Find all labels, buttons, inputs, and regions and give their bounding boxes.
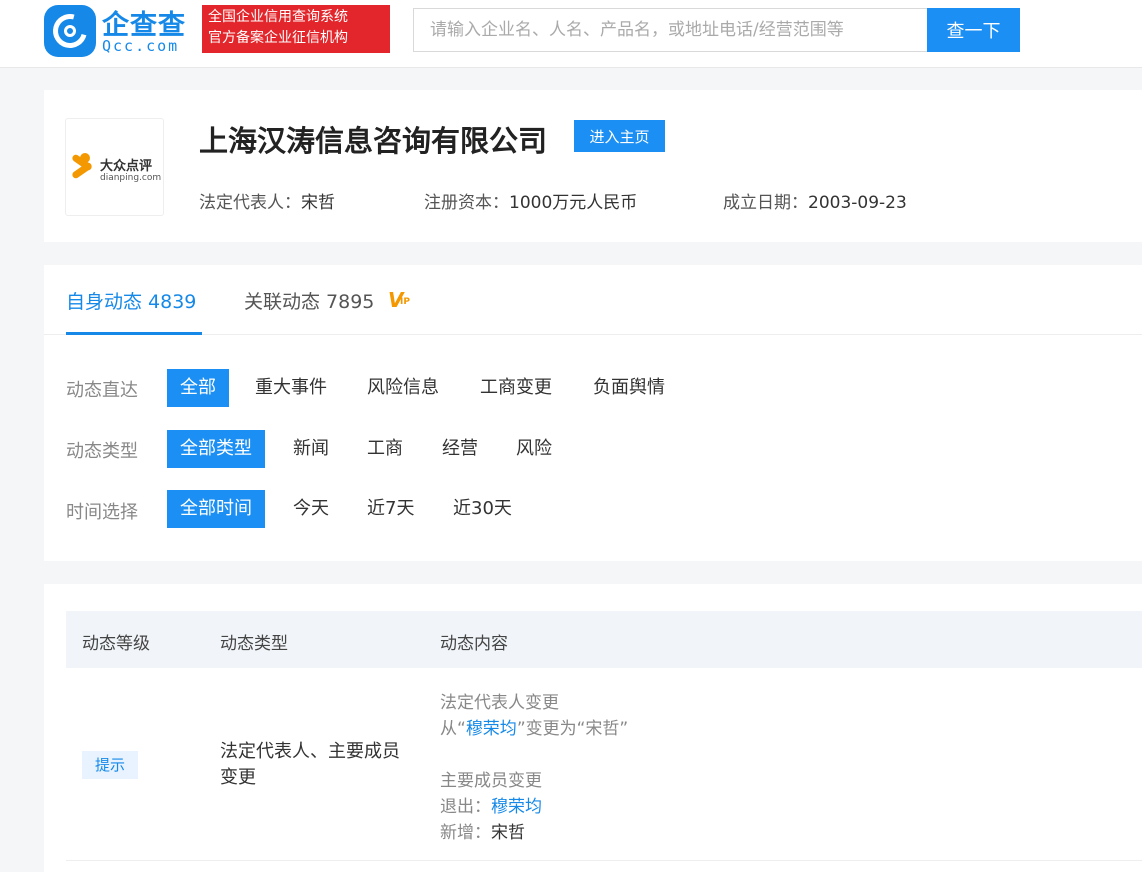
filter-label-time: 时间选择 (66, 502, 138, 523)
tab-own-updates[interactable]: 自身动态 4839 (66, 287, 196, 314)
filter-card: 自身动态 4839 关联动态 7895 V IP 动态直达 全部 重大事件 风险信… (44, 265, 1142, 561)
filter-type-operation[interactable]: 经营 (429, 430, 491, 468)
search-input[interactable] (413, 8, 927, 52)
company-logo: 大众点评 dianping.com (65, 118, 164, 216)
legal-rep-value[interactable]: 宋哲 (301, 193, 335, 213)
filter-type-business[interactable]: 工商 (354, 430, 416, 468)
person-link-mu-rongjun[interactable]: 穆荣均 (466, 719, 517, 739)
filter-label-type: 动态类型 (66, 441, 138, 462)
badge-line-2: 官方备案企业征信机构 (208, 30, 348, 46)
level-badge: 提示 (82, 751, 138, 779)
registered-capital: 注册资本：1000万元人民币 (424, 188, 637, 213)
tab-bar: 自身动态 4839 关联动态 7895 V IP (44, 265, 1142, 335)
header-content: 动态内容 (440, 634, 508, 654)
company-name: 上海汉涛信息咨询有限公司 (199, 124, 548, 158)
row-divider (66, 860, 1142, 861)
top-bar: 企查查 Qcc.com 全国企业信用查询系统 官方备案企业征信机构 查一下 (0, 0, 1142, 68)
header-level: 动态等级 (82, 634, 150, 654)
filter-label-quick: 动态直达 (66, 380, 138, 401)
capital-value: 1000万元人民币 (509, 193, 638, 213)
filter-quick-all[interactable]: 全部 (167, 369, 229, 407)
filter-quick-risk-info[interactable]: 风险信息 (354, 369, 452, 407)
content-title-legal-rep: 法定代表人变更 (440, 693, 559, 713)
person-link-exit[interactable]: 穆荣均 (491, 797, 542, 817)
company-card: 大众点评 dianping.com 上海汉涛信息咨询有限公司 进入主页 法定代表… (44, 90, 1142, 242)
content-member-new: 新增：宋哲 (440, 823, 525, 843)
qcc-logo-icon[interactable] (44, 5, 96, 57)
updates-table-card: 动态等级 动态类型 动态内容 提示 法定代表人、主要成员 变更 法定代表人变更 … (44, 584, 1142, 872)
filter-time-30days[interactable]: 近30天 (440, 490, 525, 528)
filter-time-7days[interactable]: 近7天 (354, 490, 427, 528)
filter-time-today[interactable]: 今天 (280, 490, 342, 528)
tab-related-updates[interactable]: 关联动态 7895 (244, 287, 374, 314)
founded-date: 成立日期：2003-09-23 (723, 188, 907, 213)
content-member-exit: 退出：穆荣均 (440, 797, 542, 817)
legal-rep-label: 法定代表人： (199, 193, 301, 213)
content-legal-rep-change: 从“穆荣均”变更为“宋哲” (440, 719, 629, 739)
header-type: 动态类型 (220, 634, 288, 654)
vip-icon: V IP (388, 288, 410, 312)
capital-label: 注册资本： (424, 193, 509, 213)
legal-representative: 法定代表人：宋哲 (199, 188, 335, 213)
filter-type-news[interactable]: 新闻 (280, 430, 342, 468)
active-tab-indicator (66, 332, 202, 335)
company-logo-text: 大众点评 (100, 159, 153, 174)
content-title-members: 主要成员变更 (440, 771, 542, 791)
company-logo-domain: dianping.com (100, 173, 162, 183)
enter-homepage-button[interactable]: 进入主页 (574, 120, 665, 152)
founded-value: 2003-09-23 (808, 193, 907, 213)
filter-time-all[interactable]: 全部时间 (167, 490, 265, 528)
filter-quick-negative-news[interactable]: 负面舆情 (580, 369, 678, 407)
search-button[interactable]: 查一下 (927, 8, 1020, 52)
dianping-figure-icon (69, 153, 95, 181)
filter-quick-business-change[interactable]: 工商变更 (467, 369, 565, 407)
filter-type-risk[interactable]: 风险 (503, 430, 565, 468)
badge-line-1: 全国企业信用查询系统 (208, 9, 348, 25)
brand-domain: Qcc.com (102, 37, 180, 55)
founded-label: 成立日期： (723, 193, 808, 213)
table-header: 动态等级 动态类型 动态内容 (66, 611, 1142, 668)
update-type: 法定代表人、主要成员 变更 (220, 741, 400, 788)
official-badge: 全国企业信用查询系统 官方备案企业征信机构 (202, 5, 390, 53)
person-new: 宋哲 (491, 823, 525, 843)
filter-quick-major-events[interactable]: 重大事件 (242, 369, 340, 407)
filter-type-all[interactable]: 全部类型 (167, 430, 265, 468)
